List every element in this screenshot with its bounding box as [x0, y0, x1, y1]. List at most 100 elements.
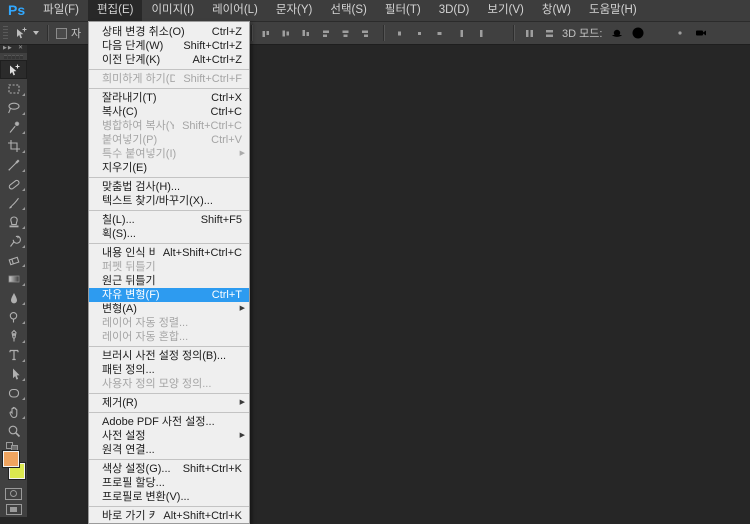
edit-menu-item[interactable]: 패턴 정의... [89, 363, 249, 377]
menu-item-label: 사전 설정 [102, 430, 146, 442]
distribute-bottom-edges-icon[interactable] [430, 24, 448, 42]
3d-zoom-camera-icon[interactable] [692, 24, 710, 42]
path-selection-tool[interactable] [0, 364, 27, 383]
edit-menu-item[interactable]: 복사(C) Ctrl+C [89, 105, 249, 119]
hand-tool[interactable] [0, 402, 27, 421]
edit-menu-item[interactable]: 상태 변경 취소(O) Ctrl+Z [89, 25, 249, 39]
crop-tool[interactable] [0, 136, 27, 155]
3d-rotate-camera-icon[interactable] [608, 24, 626, 42]
options-bar-grip[interactable] [3, 26, 8, 40]
menu-item-label: 레이어 자동 정렬... [102, 317, 189, 329]
brush-tool[interactable] [0, 193, 27, 212]
menubar-item[interactable]: 도움말(H) [580, 0, 646, 21]
3d-roll-camera-icon[interactable] [629, 24, 647, 42]
edit-menu-item[interactable]: 프로필 할당... [89, 476, 249, 490]
menubar-items: 파일(F) 편집(E) 이미지(I) 레이어(L) 문자(Y) 선택(S) 필터(T) 3D(… [34, 0, 646, 21]
menubar-item[interactable]: 문자(Y) [267, 0, 322, 21]
distribute-left-edges-icon[interactable] [452, 24, 470, 42]
edit-menu-item[interactable]: 획(S)... [89, 227, 249, 241]
edit-menu-item[interactable]: 다음 단계(W) Shift+Ctrl+Z [89, 39, 249, 53]
3d-pan-camera-icon[interactable] [650, 24, 668, 42]
spot-healing-brush-tool[interactable] [0, 174, 27, 193]
edit-menu-item: 퍼펫 뒤틀기 [89, 260, 249, 274]
dodge-tool[interactable] [0, 307, 27, 326]
eyedropper-tool[interactable] [0, 155, 27, 174]
swap-colors-icon[interactable] [0, 440, 27, 452]
tools-panel-grip[interactable] [0, 53, 27, 60]
options-separator [383, 25, 385, 41]
menu-item-label: 제거(R) [102, 397, 138, 409]
edit-menu-item[interactable]: 칠(L)... Shift+F5 [89, 213, 249, 227]
gradient-tool[interactable] [0, 269, 27, 288]
align-vertical-centers-icon[interactable] [276, 24, 294, 42]
3d-slide-camera-icon[interactable] [671, 24, 689, 42]
edit-menu-item[interactable]: 잘라내기(T) Ctrl+X [89, 91, 249, 105]
edit-menu-item[interactable]: 자유 변형(F) Ctrl+T [89, 288, 249, 302]
distribute-horizontal-centers-icon[interactable] [472, 24, 490, 42]
menu-item-label: 브러시 사전 설정 정의(B)... [102, 350, 227, 362]
menu-item-shortcut: Ctrl+T [211, 289, 242, 301]
edit-menu-item[interactable]: 원격 연결... [89, 443, 249, 457]
edit-menu-item[interactable]: 맞춤법 검사(H)... [89, 180, 249, 194]
edit-menu-item[interactable]: 변형(A) ▶ [89, 302, 249, 316]
history-brush-tool[interactable] [0, 231, 27, 250]
menubar-item[interactable]: 레이어(L) [203, 0, 267, 21]
foreground-color-swatch[interactable] [2, 450, 20, 468]
menubar-item[interactable]: 보기(V) [478, 0, 533, 21]
menu-item-label: 희미하게 하기(D)... [102, 73, 176, 85]
distribute-top-edges-icon[interactable] [390, 24, 408, 42]
distribute-horizontal-spacing-icon[interactable] [520, 24, 538, 42]
align-horizontal-centers-icon[interactable] [336, 24, 354, 42]
collapse-panel-icon[interactable]: ▶▶ [3, 44, 13, 53]
edit-menu-item[interactable]: 프로필로 변환(V)... [89, 490, 249, 504]
options-separator [47, 25, 49, 41]
submenu-arrow-icon: ▶ [239, 305, 245, 312]
menubar-item[interactable]: 3D(D) [430, 0, 479, 21]
menu-item-shortcut: Shift+Ctrl+F [183, 73, 242, 85]
edit-menu-item[interactable]: 이전 단계(K) Alt+Ctrl+Z [89, 53, 249, 67]
edit-menu-item[interactable]: Adobe PDF 사전 설정... [89, 415, 249, 429]
menubar-item[interactable]: 선택(S) [321, 0, 376, 21]
menu-item-label: 다음 단계(W) [102, 40, 164, 52]
edit-menu-item[interactable]: 바로 가기 키... Alt+Shift+Ctrl+K [89, 509, 249, 523]
menubar-item[interactable]: 창(W) [533, 0, 580, 21]
edit-menu-item[interactable]: 색상 설정(G)... Shift+Ctrl+K [89, 462, 249, 476]
menubar-item[interactable]: 필터(T) [376, 0, 430, 21]
edit-menu-item[interactable]: 제거(R) ▶ [89, 396, 249, 410]
menu-item-label: 원격 연결... [102, 444, 155, 456]
align-bottom-edges-icon[interactable] [296, 24, 314, 42]
eraser-tool[interactable] [0, 250, 27, 269]
edit-menu-item[interactable]: 브러시 사전 설정 정의(B)... [89, 349, 249, 363]
edit-menu-item[interactable]: 지우기(E) [89, 161, 249, 175]
distribute-vertical-centers-icon[interactable] [410, 24, 428, 42]
magic-wand-tool[interactable] [0, 117, 27, 136]
align-left-edges-icon[interactable] [316, 24, 334, 42]
menu-item-label: 붙여넣기(P) [102, 134, 158, 146]
pen-tool[interactable] [0, 326, 27, 345]
align-right-edges-icon[interactable] [356, 24, 374, 42]
auto-select-checkbox[interactable] [56, 27, 67, 39]
move-tool-preset-icon[interactable] [12, 24, 30, 42]
menubar-item[interactable]: 이미지(I) [142, 0, 203, 21]
rectangular-marquee-tool[interactable] [0, 79, 27, 98]
edit-menu-item[interactable]: 텍스트 찾기/바꾸기(X)... [89, 194, 249, 208]
quick-mask-mode-icon[interactable] [0, 486, 27, 501]
edit-menu-item[interactable]: 사전 설정 ▶ [89, 429, 249, 443]
clone-stamp-tool[interactable] [0, 212, 27, 231]
move-tool[interactable] [0, 60, 27, 79]
distribute-vertical-spacing-icon[interactable] [540, 24, 558, 42]
align-top-edges-icon[interactable] [256, 24, 274, 42]
blur-tool[interactable] [0, 288, 27, 307]
menubar-item[interactable]: 편집(E) [87, 0, 143, 21]
shape-tool[interactable] [0, 383, 27, 402]
edit-menu-item[interactable]: 내용 인식 비율 Alt+Shift+Ctrl+C [89, 246, 249, 260]
edit-menu-item[interactable]: 원근 뒤틀기 [89, 274, 249, 288]
lasso-tool[interactable] [0, 98, 27, 117]
menu-item-label: 프로필 할당... [102, 477, 165, 489]
close-panel-icon[interactable]: ✕ [18, 44, 24, 53]
screen-mode-icon[interactable] [0, 501, 27, 517]
zoom-tool[interactable] [0, 421, 27, 440]
menubar-item[interactable]: 파일(F) [34, 0, 88, 21]
type-tool[interactable] [0, 345, 27, 364]
preset-dropdown-caret[interactable] [33, 31, 39, 35]
